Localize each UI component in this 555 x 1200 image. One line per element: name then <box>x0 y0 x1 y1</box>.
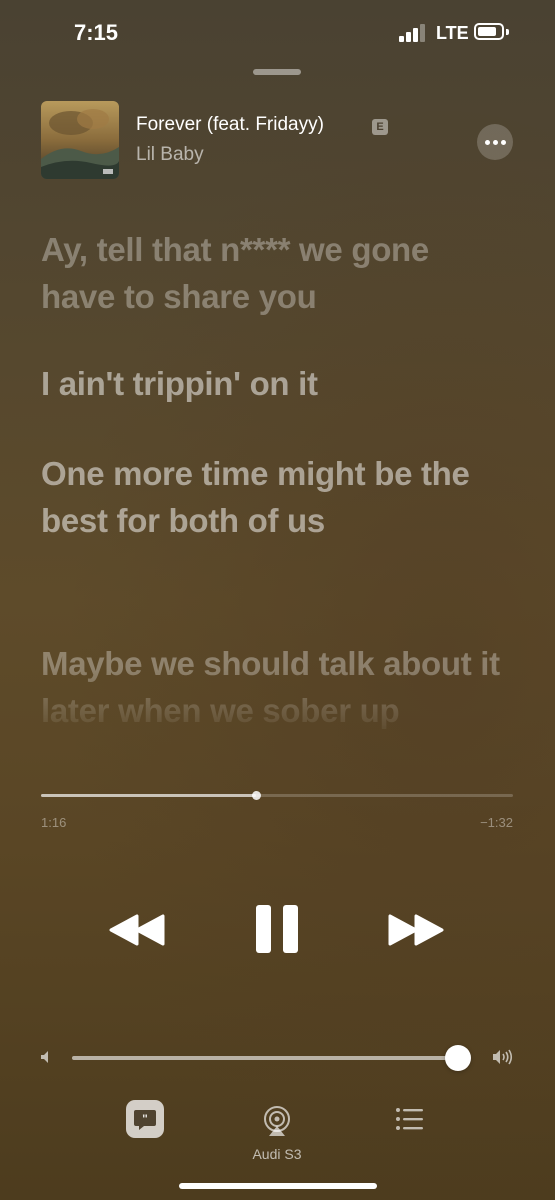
progress-scrubber[interactable] <box>251 791 261 800</box>
quote-bubble-icon: " <box>134 1110 156 1130</box>
track-title: Forever (feat. Fridayy) <box>136 114 324 135</box>
cellular-signal-icon <box>399 24 429 42</box>
track-artist[interactable]: Lil Baby <box>136 144 204 166</box>
status-time: 7:15 <box>74 20 119 45</box>
lyric-line[interactable]: Maybe we should talk about it later when… <box>41 640 511 734</box>
speaker-low-icon <box>40 1050 52 1069</box>
pause-button[interactable] <box>254 903 300 955</box>
network-type: LTE <box>436 23 469 43</box>
fast-forward-icon <box>388 914 444 946</box>
lyric-line[interactable]: I ain't trippin' on it <box>41 360 511 407</box>
volume-track[interactable] <box>72 1056 462 1060</box>
progress-fill <box>41 794 257 797</box>
pause-icon <box>256 905 298 953</box>
volume-slider-knob[interactable] <box>445 1045 472 1071</box>
lyric-line[interactable]: One more time might be the best for both… <box>41 450 511 544</box>
elapsed-time: 1:16 <box>41 815 67 830</box>
remaining-time: −1:32 <box>480 815 513 830</box>
speaker-high-icon <box>492 1048 514 1071</box>
previous-button[interactable] <box>107 912 167 948</box>
airplay-button[interactable] <box>260 1104 294 1143</box>
next-button[interactable] <box>386 912 446 948</box>
explicit-badge: E <box>372 119 388 135</box>
queue-button[interactable] <box>395 1106 425 1137</box>
album-artwork[interactable] <box>41 101 119 179</box>
sheet-grabber[interactable] <box>253 69 301 75</box>
rewind-icon <box>109 914 165 946</box>
more-options-button[interactable] <box>477 124 513 160</box>
home-indicator[interactable] <box>179 1183 377 1189</box>
battery-tip <box>506 29 509 35</box>
battery-icon <box>474 23 504 40</box>
airplay-icon <box>264 1106 290 1136</box>
lyrics-button[interactable]: " <box>126 1100 164 1138</box>
list-icon <box>396 1108 423 1130</box>
svg-text:": " <box>142 1112 148 1126</box>
lyric-line[interactable]: Ay, tell that n**** we gone have to shar… <box>41 226 511 320</box>
airplay-device-label[interactable]: Audi S3 <box>237 1146 317 1162</box>
